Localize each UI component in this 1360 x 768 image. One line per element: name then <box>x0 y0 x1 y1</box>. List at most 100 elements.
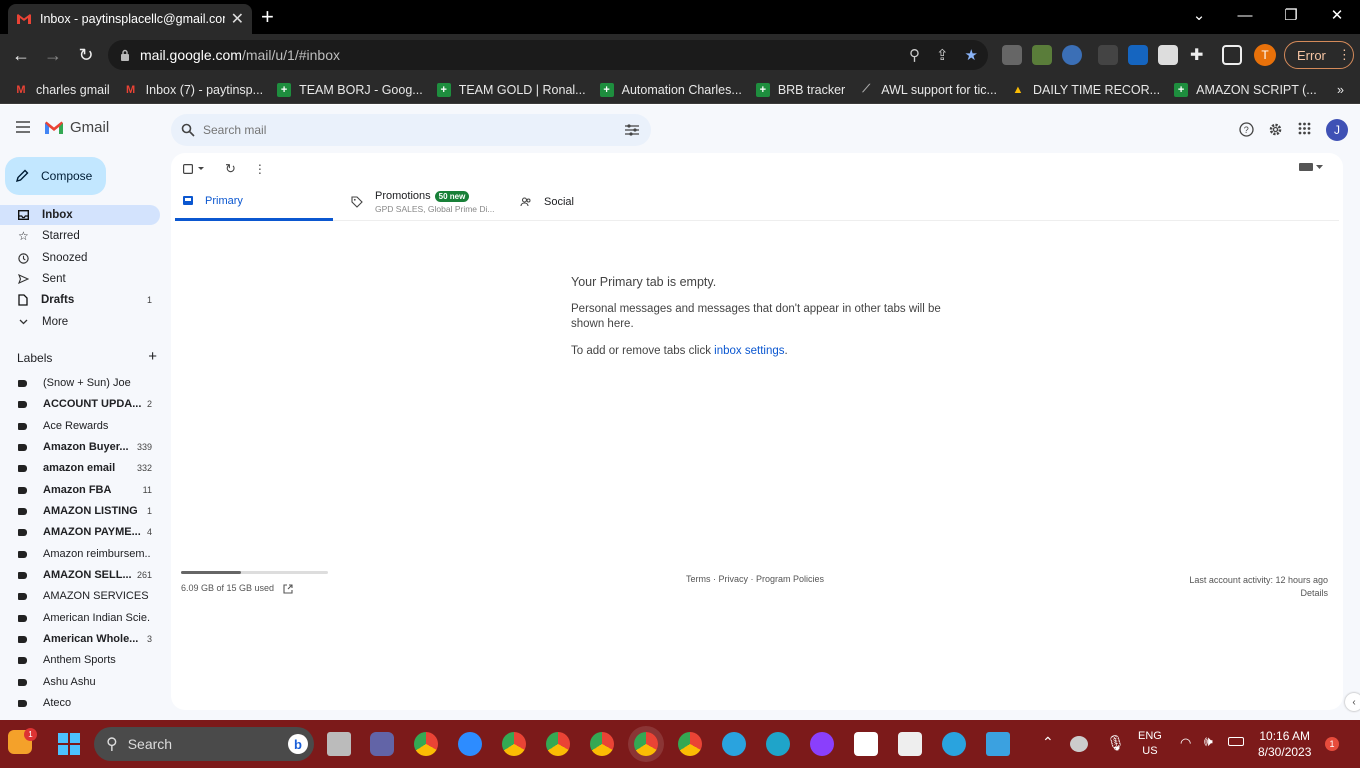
nav-starred[interactable]: ☆ Starred <box>0 226 160 246</box>
bookmark-item[interactable]: + TEAM GOLD | Ronal... <box>436 82 586 97</box>
label-item[interactable]: AMAZON PAYME... 4 <box>0 522 160 542</box>
side-panel-toggle[interactable]: ‹ <box>1345 693 1360 711</box>
chrome-active-icon[interactable] <box>634 732 658 756</box>
search-options-icon[interactable] <box>625 124 639 136</box>
label-item[interactable]: Amazon Buyer... 339 <box>0 437 160 457</box>
extension-ok-icon[interactable] <box>1098 45 1118 65</box>
compose-button[interactable]: Compose <box>5 157 106 195</box>
bookmark-item[interactable]: ⟋ AWL support for tic... <box>859 83 997 97</box>
bookmark-item[interactable]: + BRB tracker <box>755 82 845 97</box>
extension-eyedropper-icon[interactable] <box>1032 45 1052 65</box>
label-item[interactable]: American Whole... 3 <box>0 629 160 649</box>
task-view-icon[interactable] <box>327 732 351 756</box>
footer-links[interactable]: Terms · Privacy · Program Policies <box>686 574 824 584</box>
profile-avatar[interactable]: T <box>1254 44 1276 66</box>
details-link[interactable]: Details <box>1189 587 1328 600</box>
search-input[interactable] <box>203 123 603 137</box>
chrome-icon[interactable] <box>414 732 438 756</box>
nav-inbox[interactable]: Inbox <box>0 205 160 225</box>
tab-promotions[interactable]: Promotions 50 new GPD SALES, Global Prime… <box>351 183 495 221</box>
account-avatar[interactable]: J <box>1326 119 1348 141</box>
close-window-button[interactable]: ✕ <box>1314 0 1360 30</box>
nav-drafts[interactable]: Drafts 1 <box>0 290 160 310</box>
more-bookmarks-button[interactable]: » <box>1337 83 1344 97</box>
chrome-icon[interactable] <box>546 732 570 756</box>
extension-off-icon[interactable] <box>1002 45 1022 65</box>
messenger-icon[interactable] <box>810 732 834 756</box>
chrome-icon[interactable] <box>678 732 702 756</box>
tab-social[interactable]: Social <box>520 183 574 221</box>
help-icon[interactable]: ? <box>1239 122 1254 137</box>
snipping-tool-icon[interactable] <box>898 732 922 756</box>
error-button[interactable]: Error ⋮ <box>1284 41 1354 69</box>
wifi-icon[interactable]: ◠ <box>1180 735 1191 751</box>
input-tools-icon[interactable] <box>1299 163 1323 171</box>
side-panel-icon[interactable] <box>1222 45 1242 65</box>
notepad-icon[interactable] <box>986 732 1010 756</box>
label-item[interactable]: Ashu Ashu <box>0 672 160 692</box>
main-menu-icon[interactable] <box>16 121 30 133</box>
apps-grid-icon[interactable] <box>1298 122 1311 135</box>
onedrive-icon[interactable] <box>1070 736 1088 752</box>
telegram-icon[interactable] <box>942 732 966 756</box>
edge-icon[interactable] <box>766 732 790 756</box>
search-bar[interactable] <box>171 114 651 146</box>
restore-button[interactable]: ❐ <box>1268 0 1314 30</box>
minimize-button[interactable]: — <box>1222 0 1268 30</box>
bookmark-item[interactable]: + AMAZON SCRIPT (... <box>1174 82 1317 97</box>
gmail-logo[interactable]: Gmail <box>44 119 109 136</box>
tab-primary[interactable]: Primary <box>175 183 333 221</box>
add-label-icon[interactable]: + <box>148 349 157 365</box>
settings-gear-icon[interactable] <box>1268 122 1283 137</box>
label-item[interactable]: Amazon FBA 11 <box>0 480 160 500</box>
volume-icon[interactable]: 🕪 <box>1204 733 1213 750</box>
forward-button[interactable]: → <box>40 42 66 68</box>
label-item[interactable]: (Snow + Sun) Joe <box>0 373 160 393</box>
extension-image-icon[interactable] <box>1158 45 1178 65</box>
extension-fba-icon[interactable] <box>1128 45 1148 65</box>
nav-snoozed[interactable]: Snoozed <box>0 248 160 268</box>
nav-more[interactable]: More <box>0 312 160 332</box>
language-indicator[interactable]: ENG US <box>1138 729 1162 759</box>
label-item[interactable]: Anthem Sports <box>0 650 160 670</box>
chrome-icon[interactable] <box>590 732 614 756</box>
refresh-icon[interactable]: ↻ <box>225 161 236 177</box>
external-link-icon[interactable] <box>283 584 293 594</box>
bookmark-item[interactable]: Mcharles gmail <box>14 83 109 97</box>
label-item[interactable]: Ace Rewards <box>0 416 160 436</box>
label-item[interactable]: Amazon reimbursem... <box>0 544 160 564</box>
telegram-icon[interactable] <box>722 732 746 756</box>
bookmark-item[interactable]: + TEAM BORJ - Goog... <box>277 82 423 97</box>
reload-button[interactable]: ↻ <box>73 42 99 68</box>
extensions-puzzle-icon[interactable]: ✚ <box>1190 45 1210 65</box>
search-icon[interactable] <box>181 123 195 137</box>
label-item[interactable]: AMAZON SERVICES <box>0 586 160 606</box>
share-icon[interactable]: ⇪ <box>936 46 949 64</box>
inbox-settings-link[interactable]: inbox settings <box>714 345 784 357</box>
nav-sent[interactable]: Sent <box>0 269 160 289</box>
bookmark-item[interactable]: M Inbox (7) - paytinsp... <box>124 83 263 97</box>
label-item[interactable]: ACCOUNT UPDA... 2 <box>0 394 160 414</box>
bookmark-item[interactable]: + Automation Charles... <box>599 82 742 97</box>
bookmark-star-icon[interactable]: ★ <box>965 46 978 64</box>
back-button[interactable]: ← <box>8 42 34 68</box>
system-clock[interactable]: 10:16 AM 8/30/2023 <box>1258 728 1311 760</box>
tab-search-icon[interactable]: ⌄ <box>1176 0 1222 30</box>
label-item[interactable]: amazon email 332 <box>0 458 160 478</box>
microphone-icon[interactable]: 🎙 <box>1106 734 1125 752</box>
tab-close-icon[interactable]: ✕ <box>231 9 244 29</box>
address-bar[interactable]: mail.google.com/mail/u/1/#inbox ⚲ ⇪ ★ <box>108 40 988 70</box>
slack-icon[interactable] <box>854 732 878 756</box>
bookmark-item[interactable]: ▲ DAILY TIME RECOR... <box>1011 83 1161 97</box>
windows-start-icon[interactable] <box>58 733 80 755</box>
extension-gear-icon[interactable] <box>1062 45 1082 65</box>
chrome-icon[interactable] <box>502 732 526 756</box>
taskbar-search[interactable]: ⚲ Search b <box>94 727 314 761</box>
label-item[interactable]: AMAZON LISTING 1 <box>0 501 160 521</box>
notification-badge[interactable]: 1 <box>1325 737 1339 751</box>
more-options-icon[interactable]: ⋮ <box>254 162 266 176</box>
select-checkbox[interactable] <box>183 164 205 174</box>
new-tab-button[interactable]: + <box>261 6 274 28</box>
battery-icon[interactable] <box>1228 737 1244 746</box>
label-item[interactable]: AMAZON SELL... 261 <box>0 565 160 585</box>
